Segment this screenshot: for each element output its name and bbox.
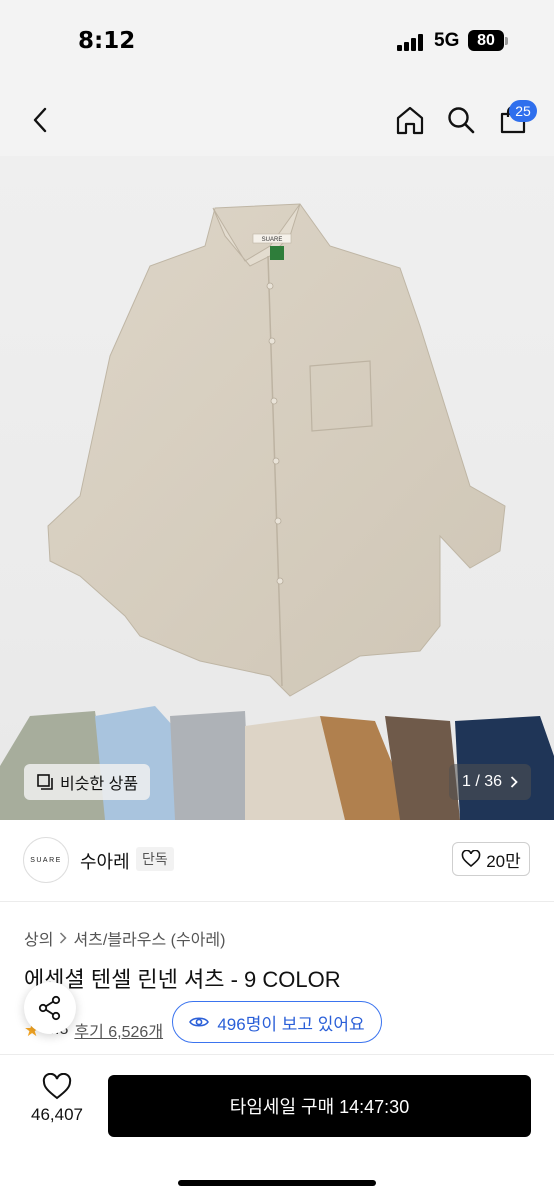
similar-items-icon <box>37 774 53 790</box>
battery-icon: 80 <box>468 30 504 51</box>
exclusive-tag: 단독 <box>136 847 174 871</box>
status-bar: 8:12 5G 80 <box>0 0 554 84</box>
home-indicator <box>178 1180 376 1186</box>
page-indicator-text: 1 / 36 <box>461 773 503 790</box>
color-swatch-strip <box>0 706 554 820</box>
review-count-link[interactable]: 후기 6,526개 <box>74 1018 163 1042</box>
chevron-right-icon <box>60 932 68 944</box>
chevron-right-icon <box>510 776 518 788</box>
search-icon <box>448 107 475 134</box>
brand-like-count: 20만 <box>486 851 521 871</box>
bottom-action-bar: 46,407 타임세일 구매 14:47:30 <box>0 1054 554 1200</box>
buy-button[interactable]: 타임세일 구매 14:47:30 <box>108 1075 531 1137</box>
viewers-text: 496명이 보고 있어요 <box>217 1014 365 1034</box>
signal-icon <box>397 33 427 51</box>
product-title: 에센셜 텐셀 린넨 셔츠 - 9 COLOR <box>24 967 341 992</box>
brand-name[interactable]: 수아레 <box>80 848 130 874</box>
heart-icon <box>42 1073 72 1100</box>
share-icon <box>38 995 61 1021</box>
home-icon <box>396 106 424 135</box>
heart-icon <box>461 850 481 868</box>
product-image[interactable]: SUARE 비슷한 상품 1 / 36 <box>0 156 554 820</box>
brand-logo[interactable]: SUARE <box>23 837 69 883</box>
breadcrumb: 상의 셔츠/블라우스 (수아레) <box>24 926 225 950</box>
search-button[interactable] <box>441 100 481 140</box>
battery-tip <box>505 37 508 45</box>
home-button[interactable] <box>390 100 430 140</box>
back-button[interactable] <box>22 100 58 140</box>
breadcrumb-category[interactable]: 상의 <box>24 926 53 950</box>
shirt-illustration: SUARE <box>0 203 554 820</box>
similar-products-button[interactable]: 비슷한 상품 <box>24 764 151 800</box>
similar-products-label: 비슷한 상품 <box>60 776 139 793</box>
network-type: 5G <box>434 30 460 51</box>
status-time: 8:12 <box>78 28 136 54</box>
cart-badge: 25 <box>509 100 537 122</box>
brand-like-button[interactable]: 20만 <box>452 842 530 876</box>
viewers-pill: 496명이 보고 있어요 <box>172 1001 382 1043</box>
chevron-left-icon <box>33 107 47 133</box>
brand-row[interactable]: SUARE 수아레 단독 20만 <box>0 820 554 902</box>
wishlist-button[interactable]: 46,407 <box>22 1073 92 1137</box>
eye-icon <box>189 1017 210 1027</box>
wishlist-count: 46,407 <box>31 1105 83 1124</box>
breadcrumb-subcategory[interactable]: 셔츠/블라우스 (수아레) <box>73 926 225 950</box>
share-button[interactable] <box>24 982 76 1034</box>
image-page-indicator[interactable]: 1 / 36 <box>449 764 531 800</box>
app-header <box>0 84 554 156</box>
shirt-label-text: SUARE <box>262 237 283 243</box>
